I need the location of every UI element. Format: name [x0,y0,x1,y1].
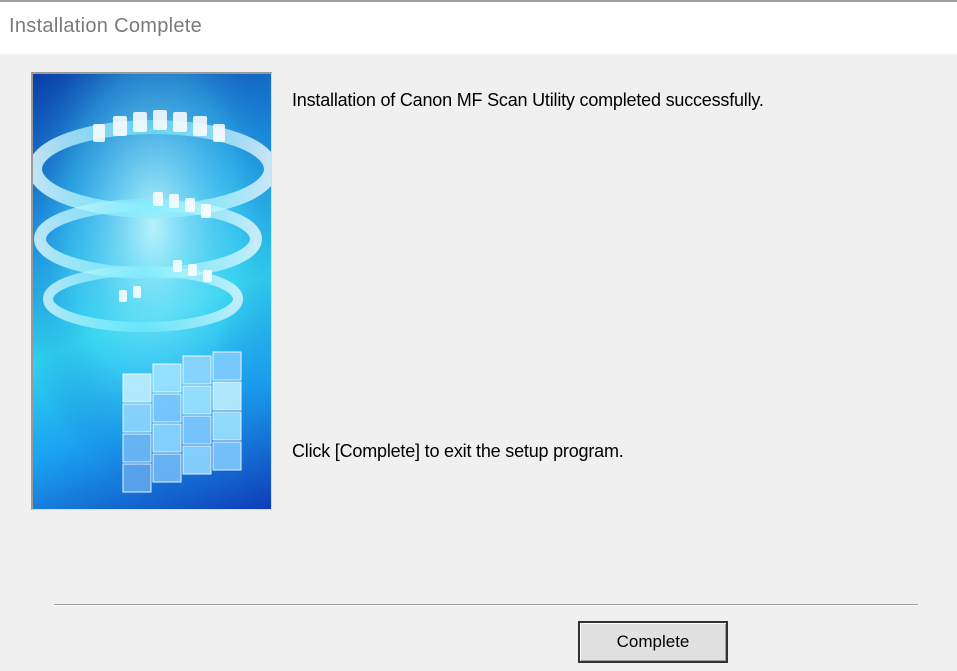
page-title: Installation Complete [9,15,203,37]
installer-banner-image [31,72,272,510]
success-message: Installation of Canon MF Scan Utility co… [292,90,764,110]
wizard-header: Installation Complete [0,0,957,54]
complete-button[interactable]: Complete [578,621,728,663]
footer-divider [54,604,918,606]
canon-installer-graphic-icon [33,74,271,509]
exit-instruction: Click [Complete] to exit the setup progr… [292,441,624,461]
